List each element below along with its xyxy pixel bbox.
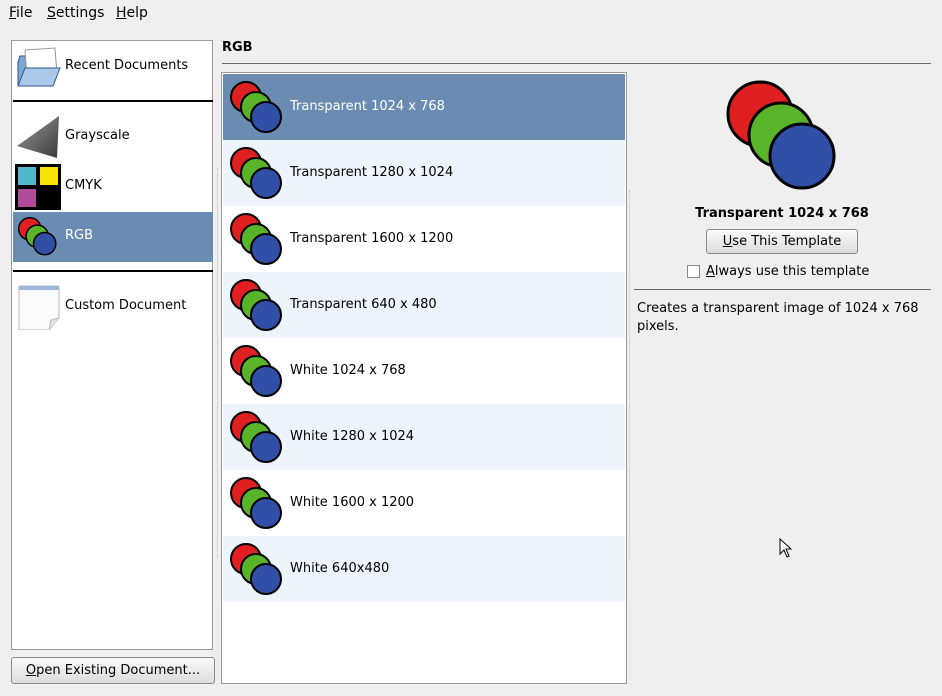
rgb-circles-preview-icon xyxy=(726,80,836,190)
always-use-checkbox[interactable] xyxy=(687,265,700,278)
grayscale-triangle-icon xyxy=(17,116,59,158)
menu-file[interactable]: File xyxy=(9,5,32,21)
template-label: Transparent 1600 x 1200 xyxy=(290,231,454,246)
template-row[interactable]: Transparent 1600 x 1200 xyxy=(223,206,625,272)
template-row[interactable]: White 1600 x 1200 xyxy=(223,470,625,536)
category-recent-documents[interactable]: Recent Documents xyxy=(13,42,213,92)
preview-template-name: Transparent 1024 x 768 xyxy=(695,206,869,221)
menubar: File Settings Help xyxy=(0,0,942,28)
template-row[interactable]: White 640x480 xyxy=(223,536,625,602)
rgb-circles-icon xyxy=(230,279,282,331)
description-divider xyxy=(634,289,931,290)
separator xyxy=(13,100,213,102)
pane-splitter[interactable] xyxy=(217,168,219,558)
menu-help[interactable]: Help xyxy=(116,5,148,21)
template-row[interactable]: White 1280 x 1024 xyxy=(223,404,625,470)
open-existing-document-button[interactable]: Open Existing Document... xyxy=(11,657,215,684)
category-cmyk[interactable]: CMYK xyxy=(13,162,213,212)
template-label: Transparent 640 x 480 xyxy=(290,297,437,312)
template-label: White 1280 x 1024 xyxy=(290,429,415,444)
template-label: White 1600 x 1200 xyxy=(290,495,415,510)
always-use-label: Always use this template xyxy=(706,264,870,279)
use-this-template-button[interactable]: Use This Template xyxy=(706,229,858,254)
rgb-circles-icon xyxy=(230,345,282,397)
template-description: Creates a transparent image of 1024 x 76… xyxy=(637,301,919,334)
category-list: Recent Documents Grayscale CMYK RGB Cust… xyxy=(11,40,213,650)
template-row[interactable]: Transparent 1024 x 768 xyxy=(223,74,625,140)
category-label: Custom Document xyxy=(65,298,187,313)
template-list: Transparent 1024 x 768 Transparent 1280 … xyxy=(221,72,627,684)
blank-document-icon xyxy=(18,285,60,330)
template-label: Transparent 1280 x 1024 xyxy=(290,165,454,180)
category-grayscale[interactable]: Grayscale xyxy=(13,112,213,162)
section-divider xyxy=(222,63,931,64)
template-row[interactable]: Transparent 1280 x 1024 xyxy=(223,140,625,206)
menu-settings[interactable]: Settings xyxy=(47,5,104,21)
rgb-circles-icon xyxy=(230,147,282,199)
mouse-pointer-icon xyxy=(779,538,793,558)
template-label: White 640x480 xyxy=(290,561,390,576)
rgb-circles-icon xyxy=(230,411,282,463)
rgb-circles-icon xyxy=(230,213,282,265)
template-label: White 1024 x 768 xyxy=(290,363,406,378)
pane-splitter[interactable] xyxy=(629,190,631,560)
category-custom-document[interactable]: Custom Document xyxy=(13,282,213,332)
category-label: Grayscale xyxy=(65,128,130,143)
folder-open-icon xyxy=(17,47,61,87)
category-label: Recent Documents xyxy=(65,58,189,73)
rgb-circles-icon xyxy=(17,216,57,256)
template-row[interactable]: Transparent 640 x 480 xyxy=(223,272,625,338)
rgb-circles-icon xyxy=(230,543,282,595)
category-label: RGB xyxy=(65,228,94,243)
rgb-circles-icon xyxy=(230,81,282,133)
section-title: RGB xyxy=(222,40,253,55)
category-rgb[interactable]: RGB xyxy=(13,212,213,262)
cmyk-squares-icon xyxy=(15,164,61,210)
rgb-circles-icon xyxy=(230,477,282,529)
template-label: Transparent 1024 x 768 xyxy=(290,99,445,114)
separator xyxy=(13,270,213,272)
category-label: CMYK xyxy=(65,178,102,193)
template-row[interactable]: White 1024 x 768 xyxy=(223,338,625,404)
